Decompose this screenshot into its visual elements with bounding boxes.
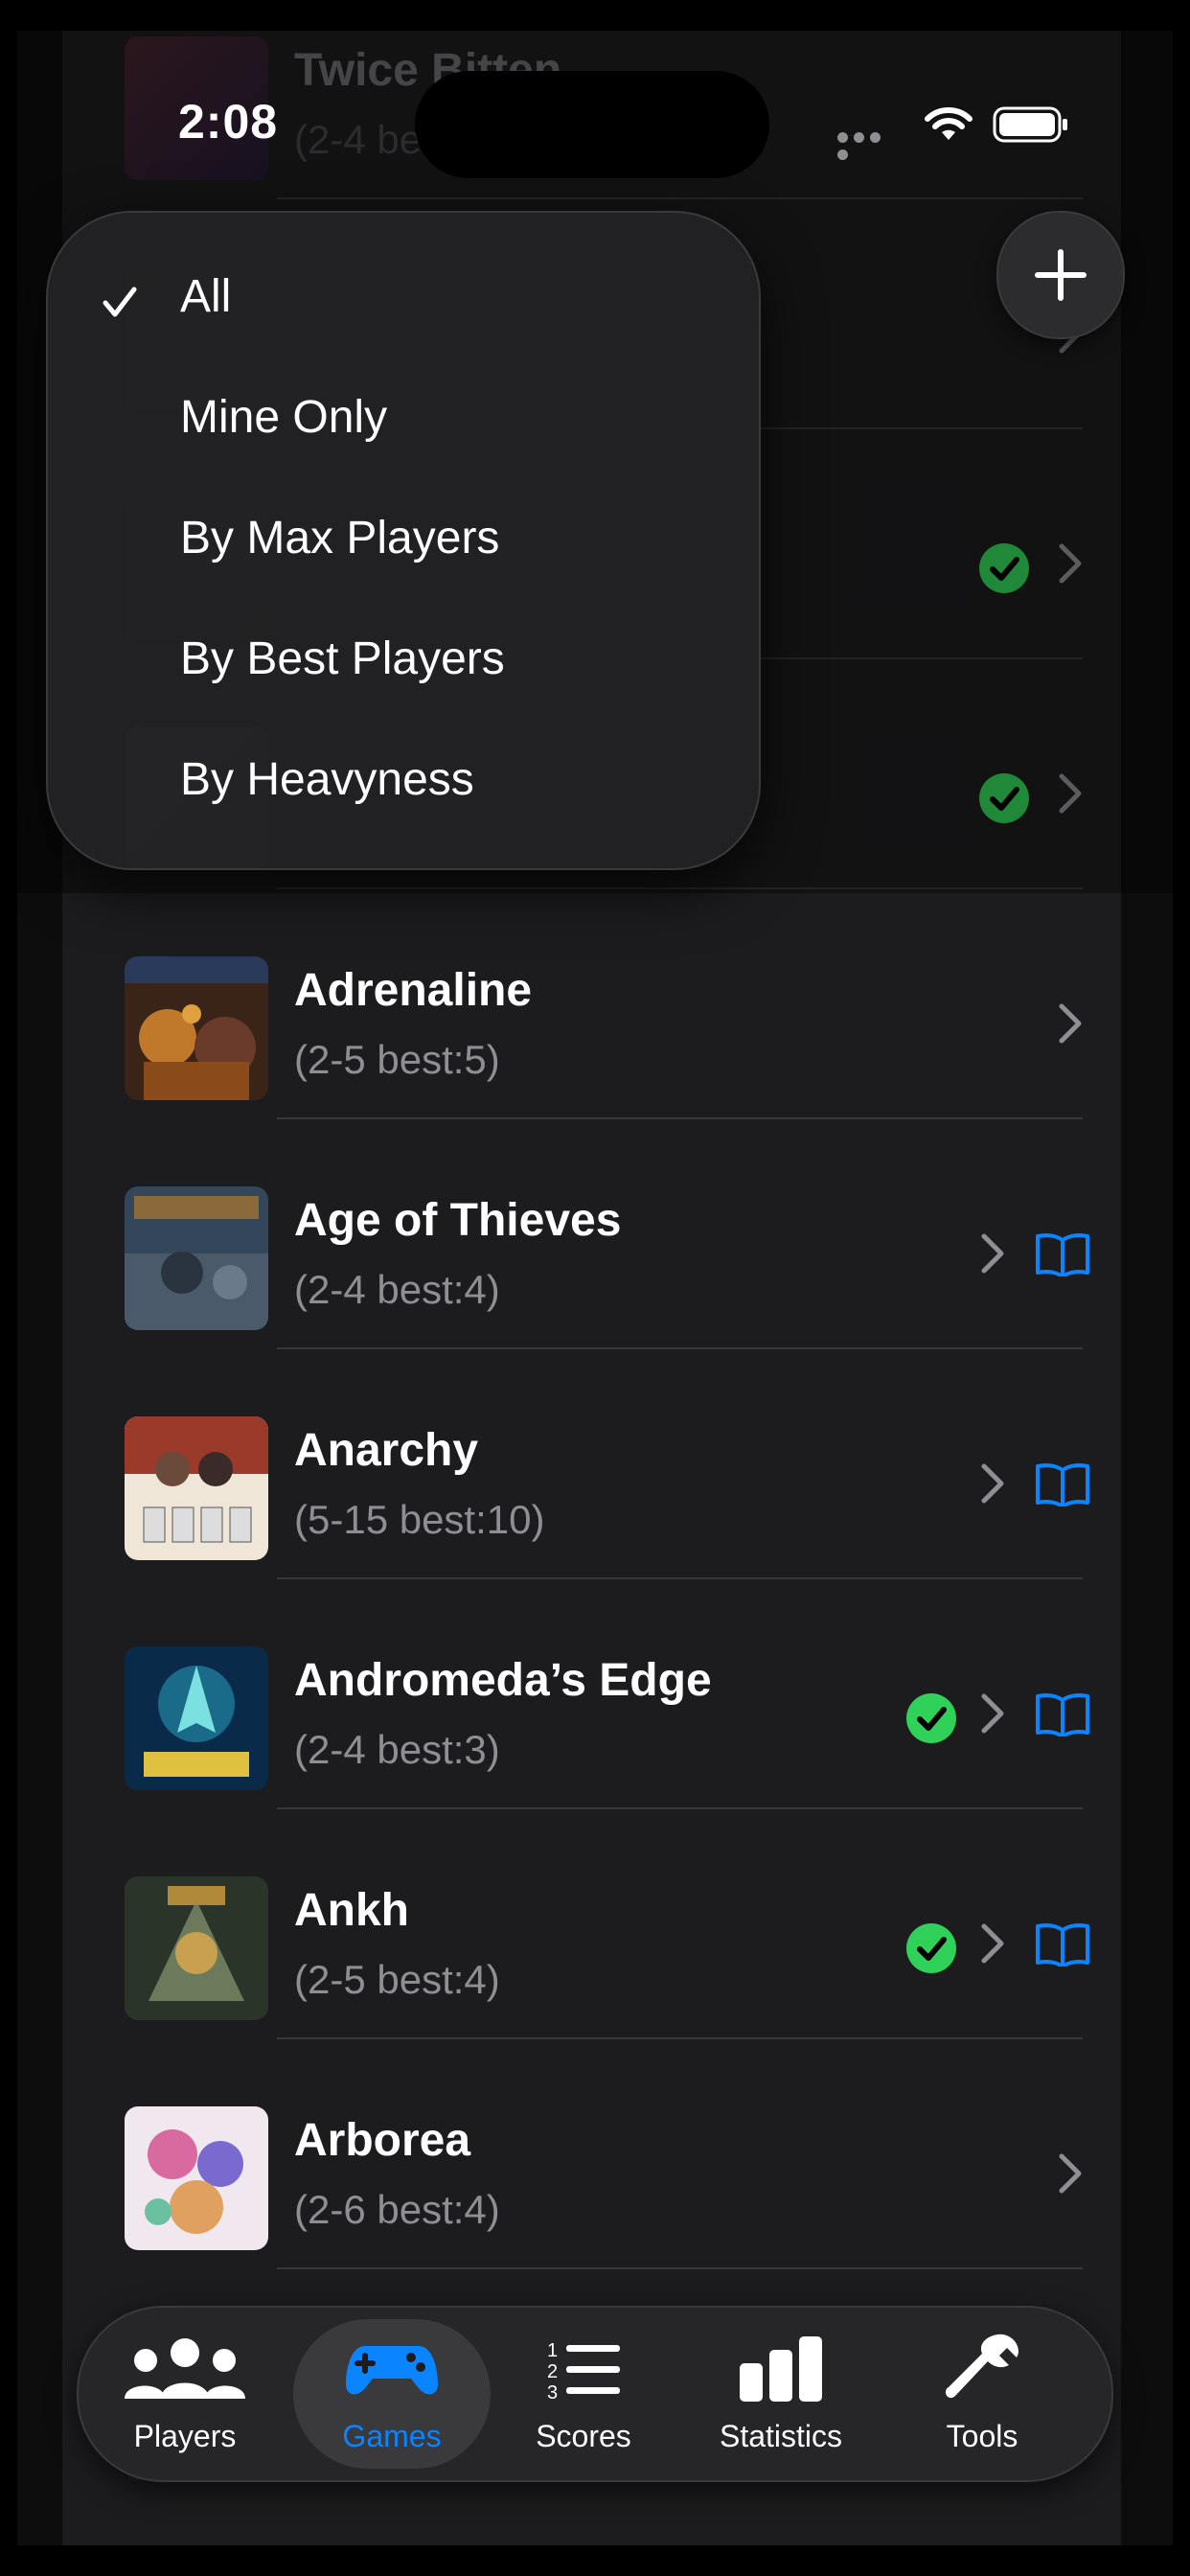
chevron-right-icon (1059, 1003, 1082, 1044)
game-row[interactable]: Ankh (2-5 best:4) (62, 1809, 1121, 2039)
game-subtitle: (2-5 best:4) (294, 1957, 500, 2002)
game-row[interactable]: Andromeda’s Edge (2-4 best:3) (62, 1579, 1121, 1809)
people-icon (125, 2338, 245, 2399)
add-game-button[interactable] (996, 211, 1125, 339)
game-row[interactable]: Anarchy (5-15 best:10) (62, 1349, 1121, 1579)
tab-games[interactable]: Games (293, 2319, 491, 2469)
game-title: Arborea (294, 2115, 471, 2166)
plus-icon (1035, 249, 1087, 301)
game-row[interactable]: Arborea (2-6 best:4) (62, 2039, 1121, 2269)
owned-checkmark-icon (906, 1923, 956, 1973)
menu-item-mine-only[interactable]: Mine Only (48, 366, 759, 481)
tab-players[interactable]: Players (86, 2319, 284, 2469)
menu-item-by-best-players[interactable]: By Best Players (48, 608, 759, 723)
menu-item-by-max-players[interactable]: By Max Players (48, 487, 759, 602)
game-cover-image (125, 956, 268, 1100)
menu-item-label: Mine Only (180, 392, 388, 443)
menu-item-label: By Best Players (180, 633, 505, 684)
svg-text:1: 1 (547, 2340, 558, 2361)
game-cover-image (125, 1186, 268, 1330)
game-title: Ankh (294, 1885, 409, 1936)
tab-scores[interactable]: 1 2 3 Scores (485, 2319, 682, 2469)
book-icon[interactable] (1035, 1692, 1090, 1736)
chevron-right-icon (981, 1233, 1004, 1274)
game-title: Anarchy (294, 1425, 479, 1476)
tab-bar: Players Games 1 2 3 Scores Statistics To… (77, 2306, 1113, 2482)
status-time: 2:08 (178, 95, 279, 149)
game-cover-image (125, 1646, 268, 1790)
chevron-right-icon (1059, 2153, 1082, 2194)
game-title: Age of Thieves (294, 1195, 622, 1246)
chevron-right-icon (981, 1693, 1004, 1734)
game-row[interactable]: Age of Thieves (2-4 best:4) (62, 1119, 1121, 1349)
game-title: Andromeda’s Edge (294, 1655, 712, 1706)
checkmark-icon (103, 287, 137, 317)
tab-label: Games (342, 2419, 442, 2453)
svg-text:2: 2 (547, 2361, 558, 2382)
menu-item-all[interactable]: All (48, 245, 759, 360)
status-bar: 2:08 (17, 31, 1173, 222)
dynamic-island (415, 71, 769, 178)
tab-tools[interactable]: Tools (883, 2319, 1081, 2469)
tab-statistics[interactable]: Statistics (682, 2319, 880, 2469)
game-cover-image (125, 1876, 268, 2020)
menu-item-label: By Heavyness (180, 754, 474, 805)
svg-text:3: 3 (547, 2382, 558, 2401)
chevron-right-icon (981, 1923, 1004, 1964)
game-subtitle: (5-15 best:10) (294, 1497, 545, 1542)
tab-label: Statistics (719, 2419, 843, 2453)
gamecontroller-icon (346, 2346, 438, 2395)
tab-label: Tools (946, 2419, 1018, 2453)
game-title: Adrenaline (294, 965, 533, 1016)
owned-checkmark-icon (906, 1693, 956, 1743)
wrench-icon (946, 2334, 1018, 2399)
tab-label: Players (133, 2419, 237, 2453)
book-icon[interactable] (1035, 1232, 1090, 1276)
tab-label: Scores (536, 2419, 631, 2453)
menu-item-label: All (180, 271, 232, 322)
menu-item-by-heavyness[interactable]: By Heavyness (48, 728, 759, 843)
menu-item-label: By Max Players (180, 513, 500, 564)
game-cover-image (125, 2106, 268, 2250)
book-icon[interactable] (1035, 1922, 1090, 1966)
game-subtitle: (2-4 best:4) (294, 1267, 500, 1312)
chevron-right-icon (981, 1463, 1004, 1504)
numbered-list-icon: 1 2 3 (547, 2340, 620, 2401)
battery-icon (993, 106, 1067, 143)
wifi-icon (925, 107, 973, 140)
game-cover-image (125, 1416, 268, 1560)
cellular-signal-icon (837, 130, 901, 160)
game-subtitle: (2-5 best:5) (294, 1037, 500, 1082)
game-subtitle: (2-6 best:4) (294, 2187, 500, 2232)
phone-screen: Twice Bitten (2-4 best:4) Adrenaline (2-… (17, 31, 1173, 2545)
filter-menu: All Mine Only By Max Players By Best Pla… (46, 211, 761, 870)
game-row[interactable]: Adrenaline (2-5 best:5) (62, 889, 1121, 1119)
bar-chart-icon (740, 2336, 822, 2402)
book-icon[interactable] (1035, 1462, 1090, 1506)
game-subtitle: (2-4 best:3) (294, 1727, 500, 1772)
